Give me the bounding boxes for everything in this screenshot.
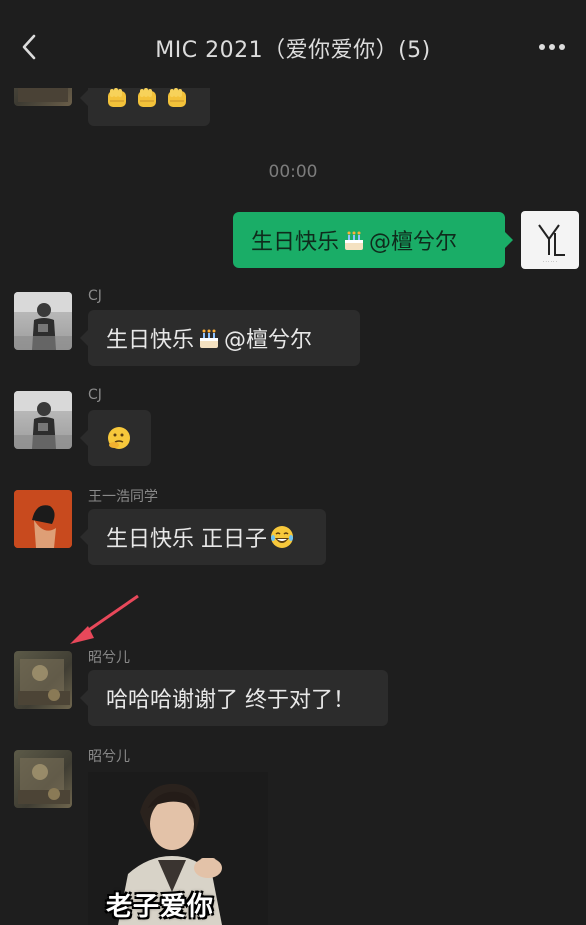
birthday-cake-emoji-icon [196,325,222,351]
message-mention: @檀兮尔 [224,328,313,353]
navigation-bar: MIC 2021（爱你爱你）(5) [0,0,586,88]
message-text: 生日快乐 [251,230,340,255]
message-text: 哈哈哈谢谢了 终于对了！ [106,688,355,713]
annotation-arrow-icon [70,594,139,644]
raised-fist-emoji-icon [134,85,160,111]
back-button[interactable] [14,28,44,66]
chevron-left-icon [22,34,36,60]
message-mention: @檀兮尔 [369,230,458,255]
thinking-face-emoji-icon [106,425,132,451]
my-message-bubble[interactable]: 生日快乐 @檀兮尔 [233,212,513,268]
sticker-image[interactable]: 老子爱你 [88,772,268,925]
message-bubble[interactable]: 生日快乐 正日子 [80,509,326,565]
avatar[interactable] [14,391,72,449]
timestamp: 00:00 [268,162,318,182]
avatar[interactable] [14,292,72,350]
avatar[interactable] [14,490,72,548]
chat-title: MIC 2021（爱你爱你）(5) [155,38,431,63]
more-dots-icon [539,44,565,50]
chat-area: 00:00 生日快乐 @檀兮尔 · · · · · · CJ 生日快乐 @檀兮尔… [0,0,586,925]
message-text: 生日快乐 正日子 [106,527,267,552]
raised-fist-emoji-icon [164,85,190,111]
sender-name: 王一浩同学 [88,489,158,505]
more-button[interactable] [532,32,572,62]
birthday-cake-emoji-icon [341,227,367,253]
avatar[interactable] [14,750,72,808]
sender-name: CJ [88,387,102,403]
sender-name: CJ [88,288,102,304]
avatar[interactable] [14,651,72,709]
message-bubble[interactable]: 哈哈哈谢谢了 终于对了！ [80,670,388,726]
sticker-caption: 老子爱你 [106,892,215,922]
sender-name: 昭兮儿 [88,650,130,666]
svg-text:· · · · · ·: · · · · · · [543,259,557,264]
message-bubble[interactable] [80,410,151,466]
message-text: 生日快乐 [106,328,195,353]
my-avatar[interactable]: · · · · · · [521,211,579,269]
laughing-tears-emoji-icon [269,524,295,550]
raised-fist-emoji-icon [104,85,130,111]
message-bubble[interactable]: 生日快乐 @檀兮尔 [80,310,360,366]
sender-name: 昭兮儿 [88,749,130,765]
